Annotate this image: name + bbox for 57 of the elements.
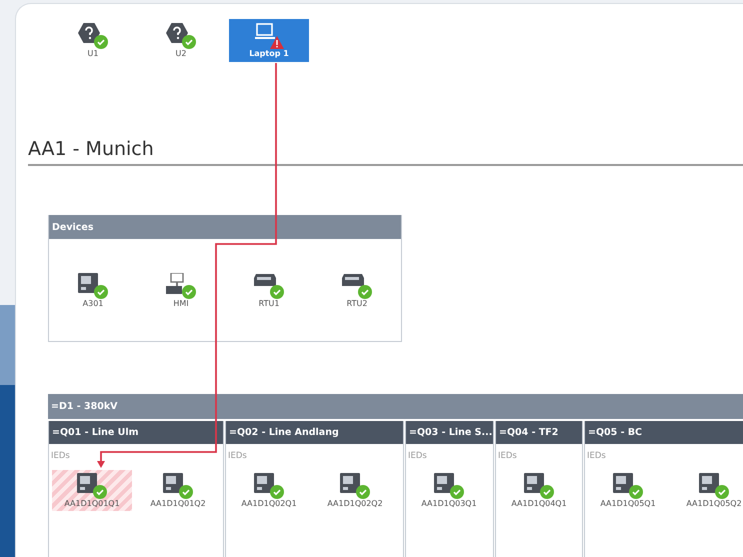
device-node[interactable]: RTU1: [225, 268, 313, 312]
device-panel-icon: [254, 473, 274, 493]
ied-node[interactable]: AA1D1Q01Q2: [138, 470, 218, 511]
voltage-level-header: =D1 - 380kV: [48, 394, 743, 419]
device-panel-icon: [340, 473, 360, 493]
device-panel-icon: [524, 473, 544, 493]
bay-header: =Q04 - TF2: [496, 421, 582, 444]
ied-node[interactable]: AA1D1Q01Q1: [52, 470, 132, 511]
device-node[interactable]: A301: [49, 268, 137, 312]
node-label: AA1D1Q01Q1: [64, 499, 120, 508]
device-node[interactable]: RTU2: [313, 268, 401, 312]
group-label: IEDs: [586, 450, 607, 461]
laptop-icon: [254, 23, 276, 41]
rtu-box-icon: [254, 274, 276, 288]
ied-node[interactable]: AA1D1Q05Q1: [588, 470, 668, 511]
device-panel-icon: [77, 473, 97, 493]
page-title: AA1 - Munich: [28, 138, 743, 166]
node-label: HMI: [173, 298, 189, 308]
bay-header: =Q03 - Line S...: [406, 421, 493, 444]
ied-node[interactable]: AA1D1Q02Q2: [315, 470, 395, 511]
ied-node[interactable]: AA1D1Q02Q1: [229, 470, 309, 511]
panel-header: Devices: [49, 215, 401, 239]
rtu-box-icon: [342, 274, 364, 288]
user-node[interactable]: U2: [141, 19, 221, 62]
device-panel-icon: [699, 473, 719, 493]
device-panel-icon: [163, 473, 183, 493]
device-node[interactable]: HMI: [137, 268, 225, 312]
bay-header: =Q01 - Line Ulm: [49, 421, 223, 444]
node-label: RTU1: [258, 298, 280, 308]
node-label: A301: [82, 298, 104, 308]
hexagon-question-icon: [78, 23, 100, 43]
user-node[interactable]: U1: [53, 19, 133, 62]
group-label: IEDs: [227, 450, 248, 461]
ied-node[interactable]: AA1D1Q03Q1: [409, 470, 489, 511]
group-label: IEDs: [407, 450, 428, 461]
user-node[interactable]: Laptop 1: [229, 19, 309, 62]
node-label: AA1D1Q03Q1: [421, 499, 477, 508]
node-label: U2: [176, 49, 186, 58]
hexagon-question-icon: [166, 23, 188, 43]
node-label: RTU2: [346, 298, 368, 308]
group-label: IEDs: [497, 450, 518, 461]
node-label: AA1D1Q05Q2: [686, 499, 742, 508]
ied-node[interactable]: AA1D1Q05Q2: [674, 470, 743, 511]
node-label: Laptop 1: [249, 49, 289, 58]
node-label: AA1D1Q02Q2: [327, 499, 383, 508]
node-label: AA1D1Q05Q1: [600, 499, 656, 508]
device-panel-icon: [78, 272, 98, 292]
node-label: AA1D1Q02Q1: [241, 499, 297, 508]
device-panel-icon: [613, 473, 633, 493]
device-panel-icon: [434, 473, 454, 493]
bay-header: =Q05 - BC: [585, 421, 743, 444]
ied-node[interactable]: AA1D1Q04Q1: [499, 470, 579, 511]
group-label: IEDs: [50, 450, 71, 461]
bay-header: =Q02 - Line Andlang: [226, 421, 403, 444]
node-label: AA1D1Q04Q1: [511, 499, 567, 508]
node-label: U1: [88, 49, 98, 58]
node-label: AA1D1Q01Q2: [150, 499, 206, 508]
